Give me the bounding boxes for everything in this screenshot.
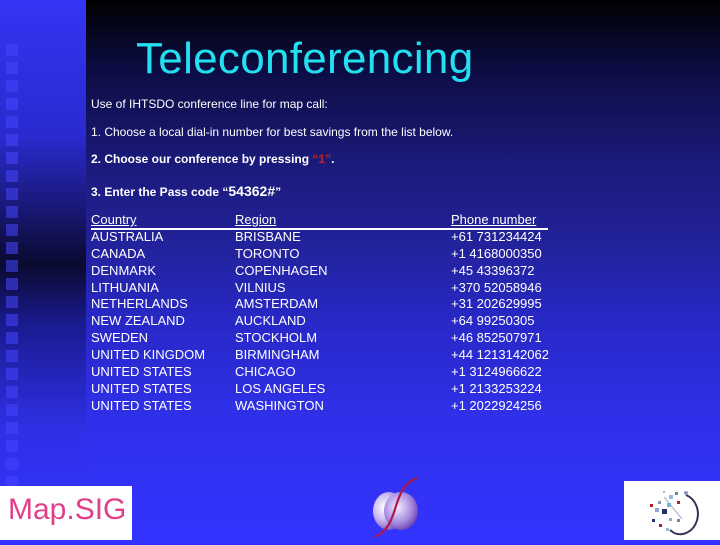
table-cell-region: AMSTERDAM — [235, 296, 319, 312]
decorative-square — [6, 440, 18, 452]
table-cell-region: BIRMINGHAM — [235, 347, 320, 363]
table-cell-country: UNITED STATES — [91, 364, 192, 380]
table-cell-phone: +46 852507971 — [451, 330, 542, 346]
table-cell-region: TORONTO — [235, 245, 300, 261]
decorative-square — [6, 260, 18, 272]
decorative-square — [6, 242, 18, 254]
table-cell-country: CANADA — [91, 245, 146, 261]
decorative-square — [6, 80, 18, 92]
table-cell-phone: +44 1213142062 — [451, 347, 549, 363]
table-cell-phone: +1 2022924256 — [451, 397, 542, 413]
table-cell-country: DENMARK — [91, 262, 157, 278]
step-2-prefix: 2. Choose our conference by pressing — [91, 152, 313, 166]
table-cell-country: NEW ZEALAND — [91, 313, 185, 329]
table-cell-country: UNITED STATES — [91, 397, 192, 413]
mapsig-logo: Map.SIG — [0, 486, 132, 540]
sphere-swoosh-logo-icon — [365, 475, 435, 540]
decorative-squares — [6, 0, 18, 540]
mapsig-logo-text: Map.SIG — [8, 493, 127, 526]
decorative-square — [6, 332, 18, 344]
decorative-square — [6, 44, 18, 56]
decorative-square — [6, 116, 18, 128]
decorative-square — [6, 404, 18, 416]
table-cell-phone: +64 99250305 — [451, 313, 535, 329]
conference-key: “1” — [312, 152, 332, 166]
decorative-square — [6, 422, 18, 434]
country-column: Country AUSTRALIA CANADA DENMARK LITHUANIA N… — [91, 212, 205, 415]
step-1-text: 1. Choose a local dial-in number for bes… — [91, 125, 454, 139]
table-cell-region: VILNIUS — [235, 279, 286, 295]
decorative-square — [6, 98, 18, 110]
decorative-square — [6, 350, 18, 362]
decorative-square — [6, 62, 18, 74]
decorative-square — [6, 296, 18, 308]
region-column: Region BRISBANE TORONTO COPENHAGEN VILNIUS A… — [235, 212, 327, 415]
table-cell-country: AUSTRALIA — [91, 228, 164, 244]
table-cell-country: LITHUANIA — [91, 279, 159, 295]
decorative-square — [6, 386, 18, 398]
table-cell-region: STOCKHOLM — [235, 330, 318, 346]
table-cell-country: SWEDEN — [91, 330, 149, 346]
table-cell-region: CHICAGO — [235, 364, 296, 380]
table-cell-phone: +31 202629995 — [451, 296, 542, 312]
table-cell-phone: +1 3124966622 — [451, 364, 542, 380]
ihtsdo-dots-logo-icon — [624, 481, 720, 540]
step-2-suffix: . — [331, 152, 335, 166]
step-2-text: 2. Choose our conference by pressing “1”… — [91, 152, 334, 166]
decorative-square — [6, 188, 18, 200]
decorative-square — [6, 206, 18, 218]
table-cell-region: BRISBANE — [235, 228, 301, 244]
decorative-square — [6, 368, 18, 380]
table-cell-phone: +1 2133253224 — [451, 380, 542, 396]
table-cell-region: LOS ANGELES — [235, 380, 326, 396]
slide-title: Teleconferencing — [136, 34, 474, 83]
left-decorative-strip — [0, 0, 86, 540]
table-cell-region: WASHINGTON — [235, 397, 324, 413]
table-cell-region: COPENHAGEN — [235, 262, 328, 278]
step-3-text: 3. Enter the Pass code “54362#” — [91, 183, 281, 199]
step-3-suffix: ” — [275, 185, 282, 199]
slide: Teleconferencing Use of IHTSDO conferenc… — [0, 0, 720, 540]
table-cell-country: UNITED KINGDOM — [91, 347, 206, 363]
table-cell-phone: +1 4168000350 — [451, 245, 542, 261]
decorative-square — [6, 278, 18, 290]
table-cell-country: NETHERLANDS — [91, 296, 188, 312]
decorative-square — [6, 224, 18, 236]
phone-header: Phone number — [451, 212, 537, 227]
country-header: Country — [91, 212, 137, 227]
decorative-square — [6, 458, 18, 470]
pass-code: 54362# — [228, 183, 276, 199]
decorative-square — [6, 152, 18, 164]
region-header: Region — [235, 212, 277, 227]
table-cell-region: AUCKLAND — [235, 313, 306, 329]
step-3-prefix: 3. Enter the Pass code “ — [91, 185, 229, 199]
table-cell-phone: +370 52058946 — [451, 279, 542, 295]
decorative-square — [6, 170, 18, 182]
intro-text: Use of IHTSDO conference line for map ca… — [91, 97, 328, 111]
table-cell-phone: +61 731234424 — [451, 228, 542, 244]
table-cell-phone: +45 43396372 — [451, 262, 535, 278]
phone-column: Phone number +61 731234424 +1 4168000350 +… — [451, 212, 549, 415]
decorative-square — [6, 134, 18, 146]
table-cell-country: UNITED STATES — [91, 380, 192, 396]
decorative-square — [6, 314, 18, 326]
